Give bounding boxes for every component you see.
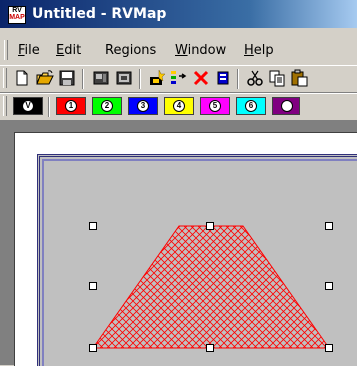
resize-handle-bottom-center[interactable]: [206, 344, 214, 352]
resize-handle-middle-left[interactable]: [89, 282, 97, 290]
resize-handle-bottom-left[interactable]: [89, 344, 97, 352]
resize-handle-top-center[interactable]: [206, 222, 214, 230]
region-drawing-layer: [92, 225, 330, 349]
resize-handle-top-left[interactable]: [89, 222, 97, 230]
resize-handle-top-right[interactable]: [325, 222, 333, 230]
resize-handle-bottom-right[interactable]: [325, 344, 333, 352]
resize-handle-middle-right[interactable]: [325, 282, 333, 290]
selected-region-shape[interactable]: [92, 225, 330, 349]
